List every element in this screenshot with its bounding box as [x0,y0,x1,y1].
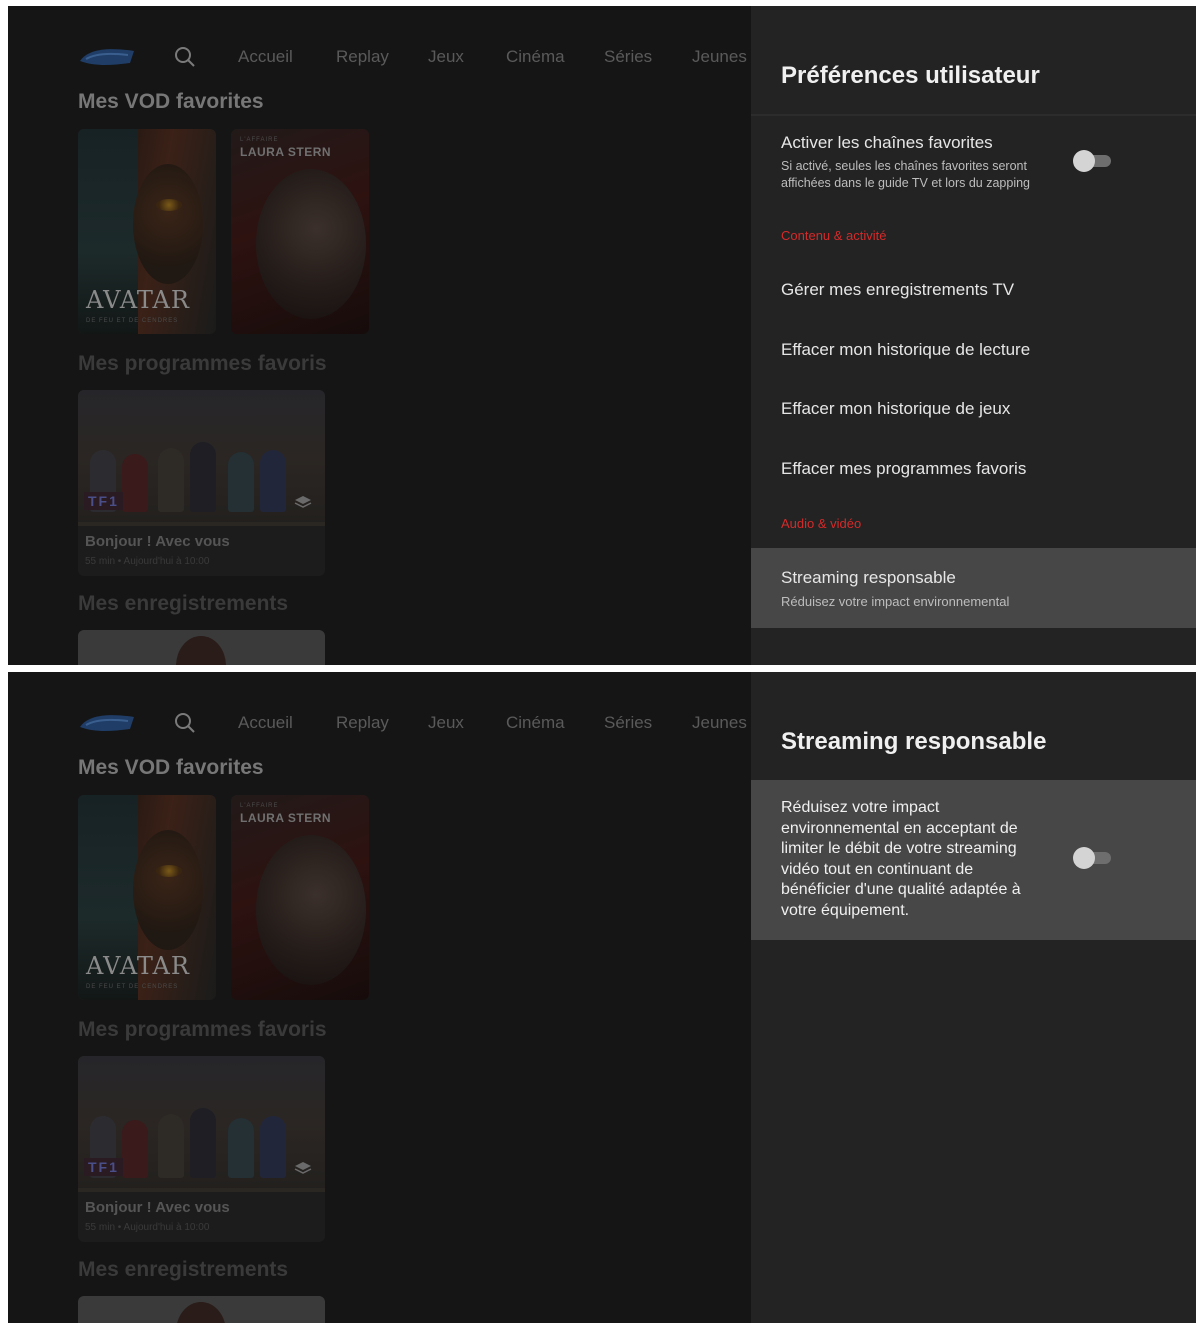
divider [751,114,1196,116]
nav-item-accueil[interactable]: Accueil [238,47,293,67]
poster-title: AVATAR [86,952,190,980]
menu-item-label: Effacer mes programmes favoris [781,459,1027,478]
nav-item-jeux[interactable]: Jeux [428,47,464,67]
menu-item-clear-favorite-programs[interactable]: Effacer mes programmes favoris [751,447,1196,491]
nav-item-replay[interactable]: Replay [336,713,389,733]
recording-card[interactable] [78,630,325,665]
screen-responsible-streaming: Accueil Replay Jeux Cinéma Séries Jeunes… [8,672,1196,1323]
poster-subtitle: DE FEU ET DE CENDRES [86,984,179,990]
logo-icon [80,715,134,731]
program-progress-bar [78,1188,325,1192]
home-background: Accueil Replay Jeux Cinéma Séries Jeunes… [8,6,751,665]
layers-icon [294,496,312,508]
menu-item-clear-games-history[interactable]: Effacer mon historique de jeux [751,387,1196,431]
menu-item-label: Gérer mes enregistrements TV [781,280,1015,299]
category-heading-audio-video: Audio & vidéo [781,516,862,531]
vod-card[interactable]: AVATAR DE FEU ET DE CENDRES [78,129,216,334]
program-card[interactable]: TF1 Bonjour ! Avec vous 55 min • Aujourd… [78,390,325,576]
recording-card[interactable] [78,1296,325,1323]
poster-kicker: L'AFFAIRE [240,137,279,143]
top-navigation: Accueil Replay Jeux Cinéma Séries Jeunes [78,42,751,72]
program-card[interactable]: TF1 Bonjour ! Avec vous 55 min • Aujourd… [78,1056,325,1242]
menu-item-manage-recordings[interactable]: Gérer mes enregistrements TV [751,268,1196,312]
category-heading-content: Contenu & activité [781,228,887,243]
vod-section-title: Mes VOD favorites [78,90,264,113]
preferences-panel: Préférences utilisateur Activer les chaî… [751,6,1196,665]
nav-item-cinema[interactable]: Cinéma [506,713,565,733]
program-meta: 55 min • Aujourd'hui à 10:00 [85,556,210,567]
menu-item-label: Effacer mon historique de jeux [781,399,1011,418]
menu-item-responsible-streaming[interactable]: Streaming responsable Réduisez votre imp… [751,548,1196,628]
program-thumbnail: TF1 [78,390,325,526]
program-meta: 55 min • Aujourd'hui à 10:00 [85,1222,210,1233]
screen-preferences: Accueil Replay Jeux Cinéma Séries Jeunes… [8,6,1196,665]
menu-item-label: Streaming responsable [781,568,956,587]
nav-item-series[interactable]: Séries [604,47,652,67]
layers-icon [294,1162,312,1174]
responsible-streaming-setting[interactable]: Réduisez votre impact environnemental en… [751,780,1196,940]
nav-item-jeux[interactable]: Jeux [428,713,464,733]
panel-title: Streaming responsable [781,728,1047,755]
logo-icon [80,49,134,65]
program-progress-bar [78,522,325,526]
search-icon[interactable] [173,45,197,69]
nav-item-cinema[interactable]: Cinéma [506,47,565,67]
panel-title: Préférences utilisateur [781,62,1040,89]
program-title: Bonjour ! Avec vous [85,533,230,550]
nav-item-jeunes[interactable]: Jeunes [692,713,747,733]
streaming-description: Réduisez votre impact environnemental en… [781,799,1021,919]
streaming-panel: Streaming responsable Réduisez votre imp… [751,672,1196,1323]
menu-item-clear-watch-history[interactable]: Effacer mon historique de lecture [751,328,1196,372]
menu-item-label: Effacer mon historique de lecture [781,340,1031,359]
poster-title: LAURA STERN [240,145,332,159]
poster-title: AVATAR [86,286,190,314]
poster-title: LAURA STERN [240,811,332,825]
channel-badge: TF1 [84,492,123,510]
menu-item-description: Réduisez votre impact environnemental [781,594,1010,609]
setting-description: Si activé, seules les chaînes favorites … [781,159,1031,190]
home-background: Accueil Replay Jeux Cinéma Séries Jeunes… [8,672,751,1323]
favorites-toggle[interactable] [1073,150,1113,172]
nav-item-series[interactable]: Séries [604,713,652,733]
poster-kicker: L'AFFAIRE [240,803,279,809]
favorites-channels-setting[interactable]: Activer les chaînes favorites Si activé,… [751,126,1196,206]
program-title: Bonjour ! Avec vous [85,1199,230,1216]
programs-section-title: Mes programmes favoris [78,1018,327,1041]
streaming-toggle[interactable] [1073,847,1113,869]
vod-section-title: Mes VOD favorites [78,756,264,779]
setting-label: Activer les chaînes favorites [781,133,993,152]
poster-subtitle: DE FEU ET DE CENDRES [86,318,179,324]
programs-section-title: Mes programmes favoris [78,352,327,375]
vod-card[interactable]: AVATAR DE FEU ET DE CENDRES [78,795,216,1000]
program-thumbnail: TF1 [78,1056,325,1192]
recordings-section-title: Mes enregistrements [78,1258,289,1281]
vod-card[interactable]: L'AFFAIRE LAURA STERN [231,795,369,1000]
nav-item-accueil[interactable]: Accueil [238,713,293,733]
channel-badge: TF1 [84,1158,123,1176]
top-navigation: Accueil Replay Jeux Cinéma Séries Jeunes [78,708,751,738]
recordings-section-title: Mes enregistrements [78,592,289,615]
nav-item-jeunes[interactable]: Jeunes [692,47,747,67]
vod-card[interactable]: L'AFFAIRE LAURA STERN [231,129,369,334]
search-icon[interactable] [173,711,197,735]
nav-item-replay[interactable]: Replay [336,47,389,67]
